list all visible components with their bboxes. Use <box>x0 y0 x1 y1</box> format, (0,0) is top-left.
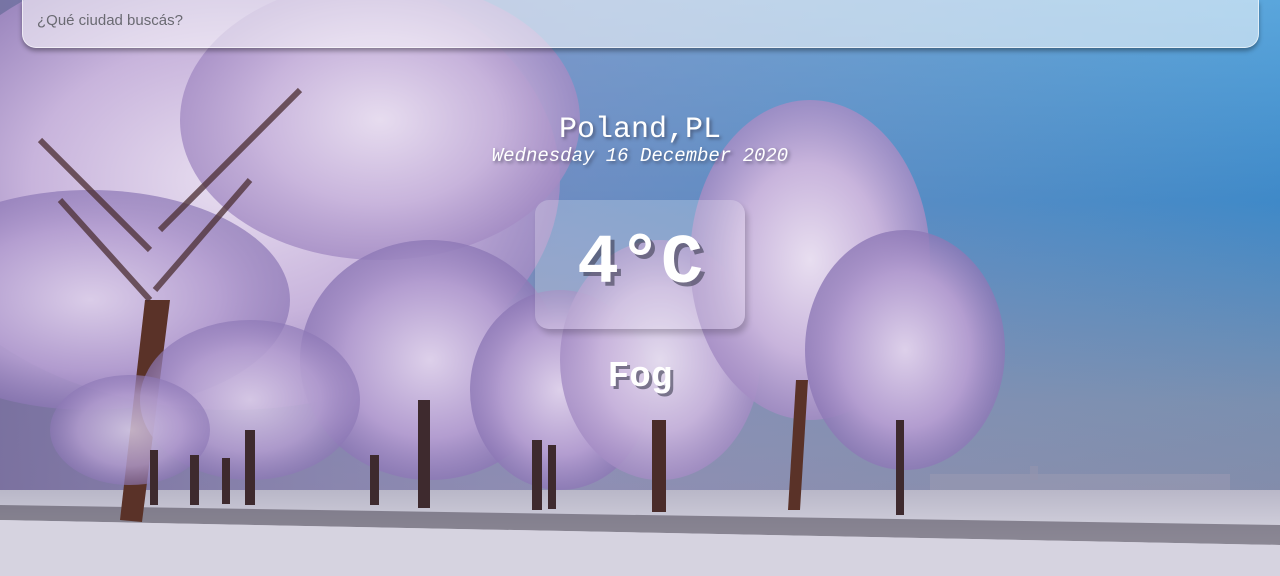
search-bar[interactable] <box>22 0 1259 48</box>
city-name: Poland,PL <box>558 113 722 147</box>
temperature-value: 4°C <box>576 224 704 304</box>
temperature-card: 4°C <box>535 200 745 329</box>
current-date: Wednesday 16 December 2020 <box>491 145 789 167</box>
weather-condition: Fog <box>607 356 673 397</box>
location-block: Poland,PL Wednesday 16 December 2020 <box>0 112 1280 168</box>
city-search-input[interactable] <box>23 0 1258 47</box>
